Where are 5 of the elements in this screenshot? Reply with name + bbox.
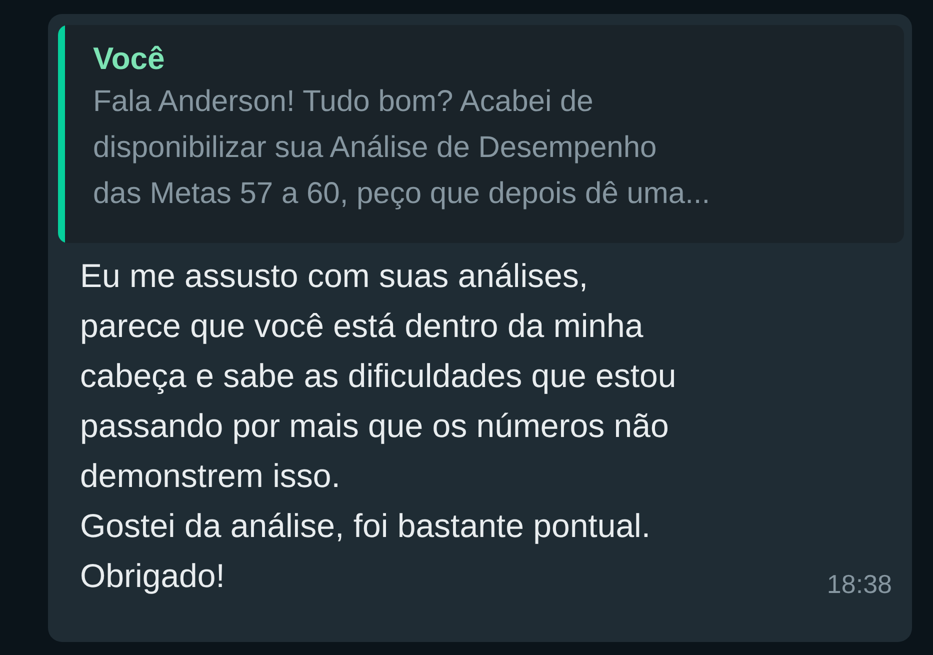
message-text: Eu me assusto com suas análises, parece que você está dentro da minha cabeça e sabe as dificuldades que estou passando por mais que os números não demonstrem isso. Gostei da análise, foi bastante pontual. Obrigado! — [80, 256, 676, 596]
quote-text: Fala Anderson! Tudo bom? Acabei de disponibilizar sua Análise de Desempenho das Metas 57 a 60, peço que depois dê uma... — [93, 84, 710, 212]
quote-author: Você — [93, 40, 165, 78]
message-time: 18:38 — [826, 569, 892, 599]
quoted-message[interactable]: Você Fala Anderson! Tudo bom? Acabei de disponibilizar sua Análise de Desempenho das Metas 57 a 60, peço que depois dê uma... — [58, 25, 904, 243]
